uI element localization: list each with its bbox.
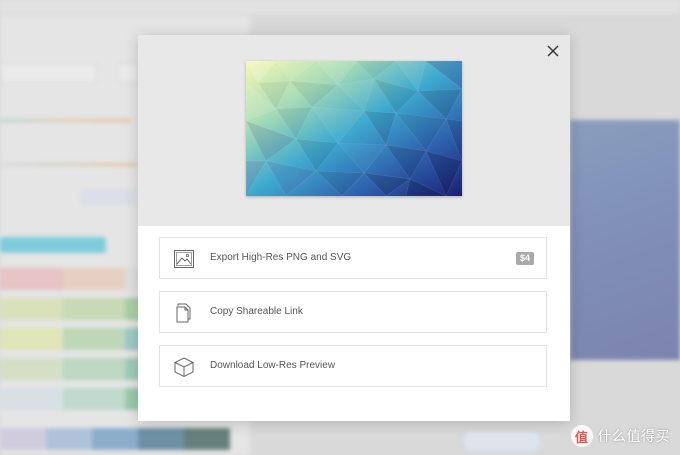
background-button (80, 189, 136, 205)
background-field (118, 63, 140, 83)
price-badge: $4 (515, 252, 534, 265)
background-palette-row (0, 428, 230, 450)
download-low-res-button[interactable]: Download Low-Res Preview (159, 345, 547, 387)
close-icon[interactable] (544, 42, 562, 60)
cube-icon (173, 356, 195, 378)
copy-shareable-link-button[interactable]: Copy Shareable Link (159, 291, 547, 333)
download-low-res-label: Download Low-Res Preview (210, 360, 336, 371)
export-high-res-button[interactable]: Export High-Res PNG and SVG $4 (159, 237, 547, 279)
background-topbar (0, 0, 680, 15)
background-slider (0, 119, 130, 122)
background-slider (0, 163, 138, 166)
background-button (0, 237, 106, 253)
modal-preview-area (138, 35, 570, 226)
watermark-text: 什么值得买 (597, 428, 670, 444)
export-modal: Export High-Res PNG and SVG $4 Copy Shar… (138, 35, 570, 421)
watermark: 值 什么值得买 (570, 425, 671, 447)
background-field (0, 63, 97, 83)
background-pill-button (462, 430, 542, 452)
preview-image (246, 61, 462, 196)
background-preview-panel (570, 120, 680, 360)
copy-shareable-link-label: Copy Shareable Link (210, 306, 303, 317)
export-high-res-label: Export High-Res PNG and SVG (210, 252, 352, 263)
copy-pages-icon (173, 302, 195, 324)
watermark-logo: 值 (570, 425, 593, 447)
image-icon (173, 248, 195, 270)
